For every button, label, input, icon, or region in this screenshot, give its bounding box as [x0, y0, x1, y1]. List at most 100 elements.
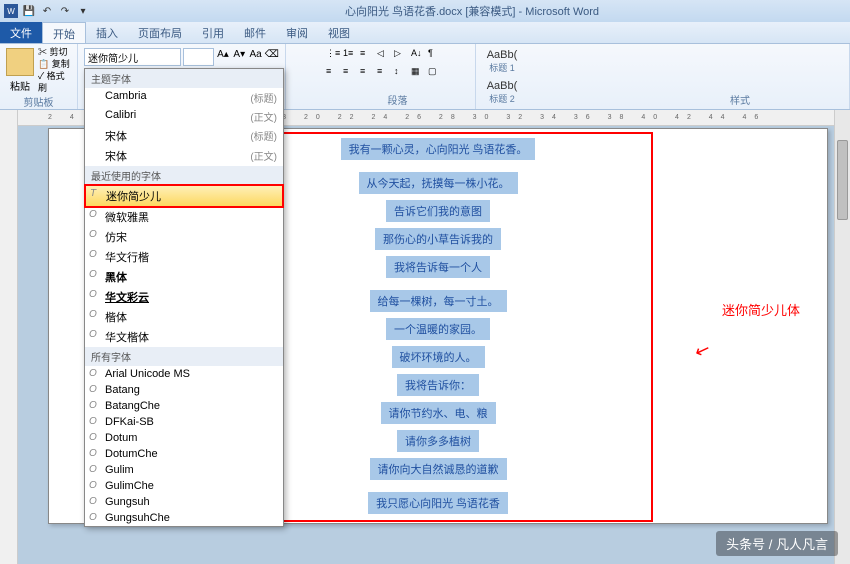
shrink-font-icon[interactable]: A▾ [232, 49, 246, 65]
justify-icon[interactable]: ≡ [377, 66, 391, 80]
opentype-icon: O [89, 269, 97, 280]
tab-review[interactable]: 审阅 [276, 22, 318, 43]
clear-format-icon[interactable]: ⌫ [265, 49, 279, 65]
font-item[interactable]: Cambria(标题) [85, 88, 283, 107]
multilevel-icon[interactable]: ≡ [360, 48, 374, 62]
cut-button[interactable]: ✂ 剪切 [38, 46, 71, 58]
word-icon: W [4, 4, 18, 18]
qat-dropdown-icon[interactable]: ▾ [76, 4, 90, 18]
redo-icon[interactable]: ↷ [58, 4, 72, 18]
tab-mailings[interactable]: 邮件 [234, 22, 276, 43]
opentype-icon: O [89, 480, 97, 491]
opentype-icon: O [89, 329, 97, 340]
opentype-icon: O [89, 368, 97, 379]
vertical-scrollbar[interactable] [834, 110, 850, 564]
titlebar: W 💾 ↶ ↷ ▾ 心向阳光 鸟语花香.docx [兼容模式] - Micros… [0, 0, 850, 22]
font-item[interactable]: O华文彩云 [85, 287, 283, 307]
grow-font-icon[interactable]: A▴ [216, 49, 230, 65]
doc-line[interactable]: 我将告诉每一个人 [386, 256, 490, 278]
tab-view[interactable]: 视图 [318, 22, 360, 43]
font-size-combo[interactable] [183, 48, 214, 66]
format-painter-button[interactable]: ✓ 格式刷 [38, 70, 71, 94]
bullets-icon[interactable]: ⋮≡ [326, 48, 340, 62]
tab-layout[interactable]: 页面布局 [128, 22, 192, 43]
vertical-ruler [0, 110, 18, 564]
paragraph-group: ⋮≡ 1≡ ≡ ◁ ▷ A↓ ¶ ≡ ≡ ≡ ≡ ↕ ▦ ▢ 段落 [286, 44, 476, 109]
font-item[interactable]: OGulim [85, 462, 283, 478]
style-heading1[interactable]: AaBb(标题 1 [478, 46, 526, 77]
doc-line[interactable]: 我将告诉你： [397, 374, 479, 396]
doc-line[interactable]: 我只愿心向阳光 鸟语花香 [368, 492, 508, 514]
save-icon[interactable]: 💾 [22, 4, 36, 18]
tab-insert[interactable]: 插入 [86, 22, 128, 43]
opentype-icon: O [89, 432, 97, 443]
window-title: 心向阳光 鸟语花香.docx [兼容模式] - Microsoft Word [94, 3, 850, 19]
paragraph-label: 段落 [326, 92, 469, 107]
doc-line[interactable]: 从今天起，抚摸每一株小花。 [359, 172, 518, 194]
watermark: 头条号 / 凡人凡言 [716, 531, 838, 556]
paste-icon [6, 48, 34, 76]
opentype-icon: O [89, 209, 97, 220]
opentype-icon: O [89, 496, 97, 507]
doc-line[interactable]: 告诉它们我的意图 [386, 200, 490, 222]
doc-line[interactable]: 一个温暖的家园。 [386, 318, 490, 340]
align-left-icon[interactable]: ≡ [326, 66, 340, 80]
font-item[interactable]: ODotum [85, 430, 283, 446]
line-spacing-icon[interactable]: ↕ [394, 66, 408, 80]
styles-label: 样式 [730, 92, 750, 107]
borders-icon[interactable]: ▢ [428, 66, 442, 80]
opentype-icon: O [89, 309, 97, 320]
doc-line[interactable]: 请你节约水、电、粮 [381, 402, 496, 424]
font-item[interactable]: O华文楷体 [85, 327, 283, 347]
font-item[interactable]: O微软雅黑 [85, 207, 283, 227]
ribbon-tabs: 文件 开始 插入 页面布局 引用 邮件 审阅 视图 [0, 22, 850, 44]
doc-line[interactable]: 给每一棵树，每一寸土。 [370, 290, 507, 312]
tab-references[interactable]: 引用 [192, 22, 234, 43]
clipboard-label: 剪贴板 [6, 94, 71, 109]
font-item-highlighted[interactable]: T迷你简少儿 [85, 185, 283, 207]
doc-line[interactable]: 请你多多植树 [397, 430, 479, 452]
font-item[interactable]: OBatang [85, 382, 283, 398]
tab-file[interactable]: 文件 [0, 22, 42, 43]
font-name-combo[interactable]: 迷你简少儿 [84, 48, 181, 66]
align-right-icon[interactable]: ≡ [360, 66, 374, 80]
font-item[interactable]: 宋体(正文) [85, 146, 283, 166]
opentype-icon: O [89, 384, 97, 395]
font-item[interactable]: OArial Unicode MS [85, 366, 283, 382]
font-item[interactable]: ODotumChe [85, 446, 283, 462]
doc-line[interactable]: 破坏环境的人。 [392, 346, 485, 368]
indent-left-icon[interactable]: ◁ [377, 48, 391, 62]
doc-line[interactable]: 我有一颗心灵，心向阳光 鸟语花香。 [341, 138, 536, 160]
font-item[interactable]: Calibri(正文) [85, 107, 283, 126]
font-item[interactable]: OGungsuhChe [85, 510, 283, 526]
font-item[interactable]: ODFKai-SB [85, 414, 283, 430]
shading-icon[interactable]: ▦ [411, 66, 425, 80]
change-case-icon[interactable]: Aa [248, 49, 262, 65]
font-item[interactable]: OGulimChe [85, 478, 283, 494]
opentype-icon: O [89, 448, 97, 459]
doc-line[interactable]: 那伤心的小草告诉我的 [375, 228, 501, 250]
font-item[interactable]: O黑体 [85, 267, 283, 287]
font-item[interactable]: O华文行楷 [85, 247, 283, 267]
align-center-icon[interactable]: ≡ [343, 66, 357, 80]
font-item[interactable]: O楷体 [85, 307, 283, 327]
scrollbar-thumb[interactable] [837, 140, 848, 220]
opentype-icon: O [89, 416, 97, 427]
numbering-icon[interactable]: 1≡ [343, 48, 357, 62]
copy-button[interactable]: 📋 复制 [38, 58, 71, 70]
sort-icon[interactable]: A↓ [411, 48, 425, 62]
font-item[interactable]: OBatangChe [85, 398, 283, 414]
font-item[interactable]: 宋体(标题) [85, 126, 283, 146]
font-item[interactable]: O仿宋 [85, 227, 283, 247]
undo-icon[interactable]: ↶ [40, 4, 54, 18]
font-item[interactable]: OGungsuh [85, 494, 283, 510]
clipboard-group: 粘贴 ✂ 剪切 📋 复制 ✓ 格式刷 剪贴板 [0, 44, 78, 109]
tab-home[interactable]: 开始 [42, 22, 86, 43]
paste-button[interactable]: 粘贴 [6, 46, 34, 94]
annotation-text: 迷你简少儿体 [722, 300, 800, 319]
show-marks-icon[interactable]: ¶ [428, 48, 442, 62]
style-heading2[interactable]: AaBb(标题 2 [478, 77, 526, 108]
styles-group: AaBb(标题 1 AaBb(标题 2 AaBb(标题 3 AaBb(副标题 A… [476, 44, 850, 109]
indent-right-icon[interactable]: ▷ [394, 48, 408, 62]
doc-line[interactable]: 请你向大自然诚恳的道歉 [370, 458, 507, 480]
